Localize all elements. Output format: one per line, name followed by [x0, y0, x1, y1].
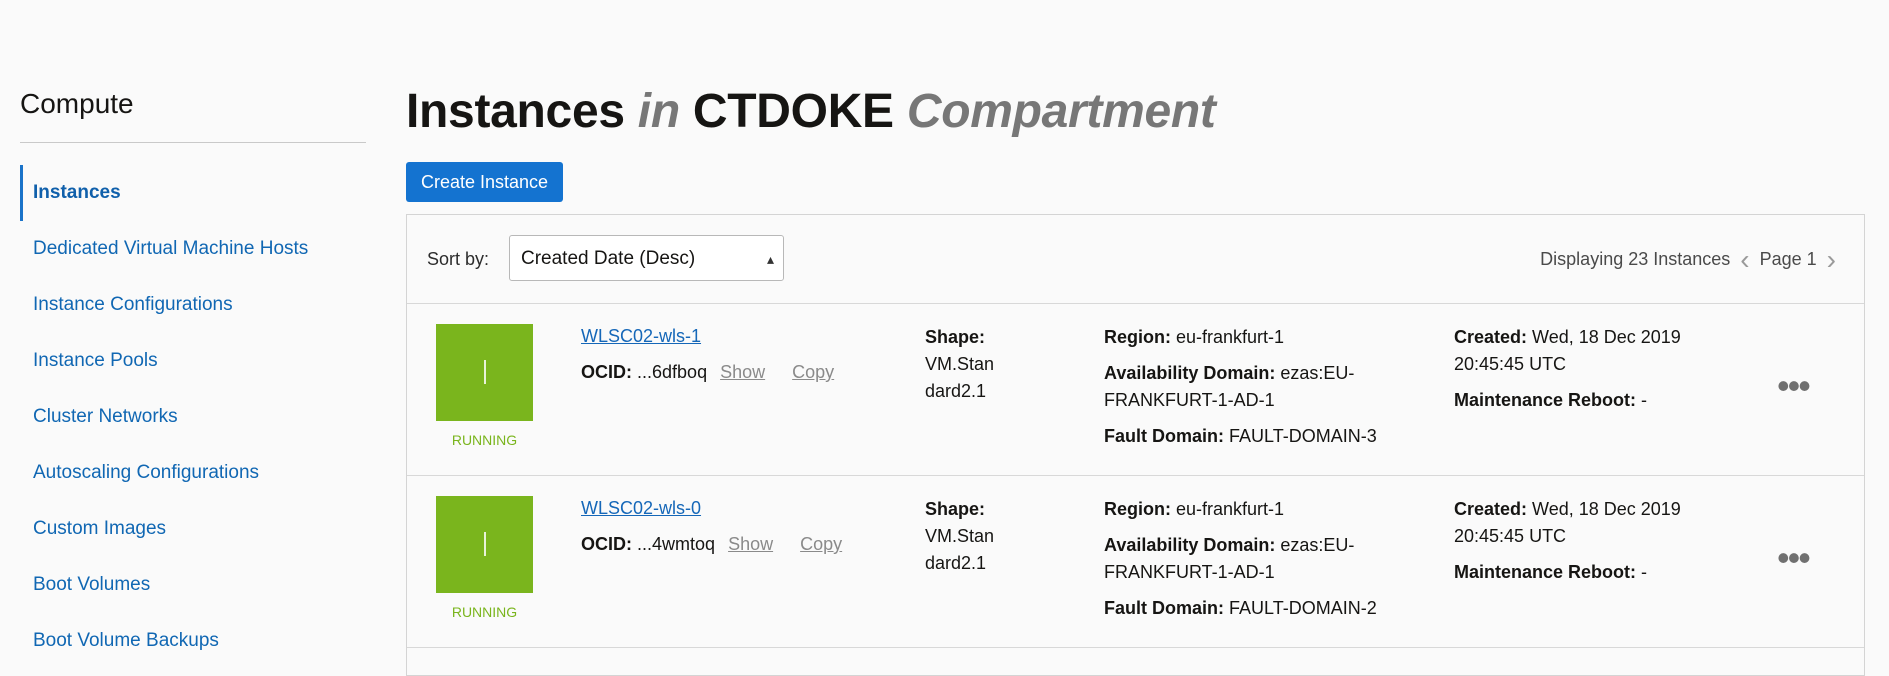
sidebar-item-cluster-networks[interactable]: Cluster Networks: [20, 389, 366, 445]
ocid-label: OCID:: [581, 534, 632, 554]
region-value: eu-frankfurt-1: [1176, 327, 1285, 347]
more-actions-icon[interactable]: •••: [1777, 540, 1811, 576]
title-in: in: [637, 85, 680, 138]
created-value-2: 20:45:45 UTC: [1454, 526, 1567, 546]
ocid-label: OCID:: [581, 362, 632, 382]
ocid-value: ...4wmtoq: [637, 534, 716, 554]
sort-select[interactable]: Created Date (Desc) ▴: [509, 235, 784, 281]
created-value-1: Wed, 18 Dec 2019: [1532, 499, 1681, 519]
ocid-show-link[interactable]: Show: [728, 534, 773, 554]
ad-label: Availability Domain:: [1104, 535, 1276, 555]
instance-status: RUNNING: [451, 604, 518, 620]
ad-label: Availability Domain:: [1104, 363, 1276, 383]
create-instance-button[interactable]: Create Instance: [406, 162, 564, 202]
sidebar: Compute Instances Dedicated Virtual Mach…: [20, 84, 366, 669]
instance-name-link[interactable]: WLSC02-wls-0: [581, 498, 701, 519]
title-instances: Instances: [406, 85, 625, 138]
maintenance-label: Maintenance Reboot:: [1454, 390, 1637, 410]
fault-domain-value: FAULT-DOMAIN-2: [1229, 598, 1377, 618]
instance-glyph-icon: [484, 532, 486, 556]
instance-glyph-icon: [484, 360, 486, 384]
maintenance-value: -: [1641, 562, 1648, 582]
sort-caret-icon: ▴: [766, 251, 774, 267]
region-value: eu-frankfurt-1: [1176, 499, 1285, 519]
ocid-copy-link[interactable]: Copy: [792, 362, 834, 382]
instance-ocid: OCID: ...4wmtoq Show Copy: [581, 534, 842, 555]
ad-value-1: ezas:EU-: [1280, 363, 1355, 383]
next-page-icon[interactable]: ›: [1827, 245, 1836, 273]
region-label: Region:: [1104, 499, 1171, 519]
more-actions-icon[interactable]: •••: [1777, 368, 1811, 404]
instance-name-link[interactable]: WLSC02-wls-1: [581, 326, 701, 347]
fault-domain-label: Fault Domain:: [1104, 598, 1224, 618]
ad-value-2: FRANKFURT-1-AD-1: [1104, 390, 1275, 410]
sidebar-divider: [20, 142, 366, 143]
instance-status: RUNNING: [451, 432, 518, 448]
ocid-copy-link[interactable]: Copy: [800, 534, 842, 554]
sort-label: Sort by:: [427, 249, 490, 269]
page-title: Instances in CTDOKE Compartment: [406, 74, 1866, 150]
page-number: Page 1: [1759, 249, 1817, 269]
ocid-value: ...6dfboq: [637, 362, 708, 382]
fault-domain-value: FAULT-DOMAIN-3: [1229, 426, 1377, 446]
instance-created-details: Created: Wed, 18 Dec 2019 20:45:45 UTC M…: [1454, 324, 1714, 414]
sidebar-item-dedicated-vm-hosts[interactable]: Dedicated Virtual Machine Hosts: [20, 221, 366, 277]
sidebar-item-custom-images[interactable]: Custom Images: [20, 501, 366, 557]
sidebar-item-instances[interactable]: Instances: [20, 165, 366, 221]
shape-value-1: VM.Stan: [925, 526, 995, 546]
previous-page-icon[interactable]: ‹: [1740, 245, 1749, 273]
sidebar-nav: Instances Dedicated Virtual Machine Host…: [20, 165, 366, 669]
instance-region-details: Region: eu-frankfurt-1 Availability Doma…: [1104, 496, 1404, 622]
instance-shape: Shape: VM.Stan dard2.1: [925, 324, 1045, 405]
shape-value-2: dard2.1: [925, 553, 987, 573]
sidebar-item-boot-volume-backups[interactable]: Boot Volume Backups: [20, 613, 366, 669]
instance-region-details: Region: eu-frankfurt-1 Availability Doma…: [1104, 324, 1404, 450]
displaying-count: Displaying 23 Instances: [1540, 249, 1731, 269]
sidebar-item-instance-configurations[interactable]: Instance Configurations: [20, 277, 366, 333]
maintenance-value: -: [1641, 390, 1648, 410]
list-toolbar: Sort by: Created Date (Desc) ▴ Displayin…: [407, 215, 1864, 304]
title-compartment-suffix: Compartment: [906, 85, 1216, 138]
sort-value: Created Date (Desc): [521, 248, 696, 269]
sidebar-item-boot-volumes[interactable]: Boot Volumes: [20, 557, 366, 613]
created-value-1: Wed, 18 Dec 2019: [1532, 327, 1681, 347]
ad-value-1: ezas:EU-: [1280, 535, 1355, 555]
instances-panel: Sort by: Created Date (Desc) ▴ Displayin…: [406, 214, 1865, 676]
shape-label: Shape:: [925, 499, 986, 519]
sidebar-item-autoscaling-configurations[interactable]: Autoscaling Configurations: [20, 445, 366, 501]
created-value-2: 20:45:45 UTC: [1454, 354, 1567, 374]
created-label: Created:: [1454, 499, 1528, 519]
instance-row: RUNNING WLSC02-wls-0 OCID: ...4wmtoq Sho…: [407, 476, 1864, 648]
instance-status-icon: [436, 496, 533, 593]
region-label: Region:: [1104, 327, 1171, 347]
instance-created-details: Created: Wed, 18 Dec 2019 20:45:45 UTC M…: [1454, 496, 1714, 586]
created-label: Created:: [1454, 327, 1528, 347]
ad-value-2: FRANKFURT-1-AD-1: [1104, 562, 1275, 582]
instance-status-icon: [436, 324, 533, 421]
title-compartment-name: CTDOKE: [692, 85, 894, 138]
sidebar-item-instance-pools[interactable]: Instance Pools: [20, 333, 366, 389]
instance-row: RUNNING WLSC02-wls-1 OCID: ...6dfboq Sho…: [407, 304, 1864, 476]
fault-domain-label: Fault Domain:: [1104, 426, 1224, 446]
shape-value-2: dard2.1: [925, 381, 987, 401]
shape-label: Shape:: [925, 327, 986, 347]
maintenance-label: Maintenance Reboot:: [1454, 562, 1637, 582]
ocid-show-link[interactable]: Show: [720, 362, 765, 382]
instance-shape: Shape: VM.Stan dard2.1: [925, 496, 1045, 577]
main-content: Instances in CTDOKE Compartment Create I…: [406, 60, 1866, 676]
pagination: Displaying 23 Instances ‹ Page 1 ›: [1540, 245, 1846, 273]
instance-ocid: OCID: ...6dfboq Show Copy: [581, 362, 834, 383]
shape-value-1: VM.Stan: [925, 354, 995, 374]
sidebar-title: Compute: [20, 88, 134, 119]
